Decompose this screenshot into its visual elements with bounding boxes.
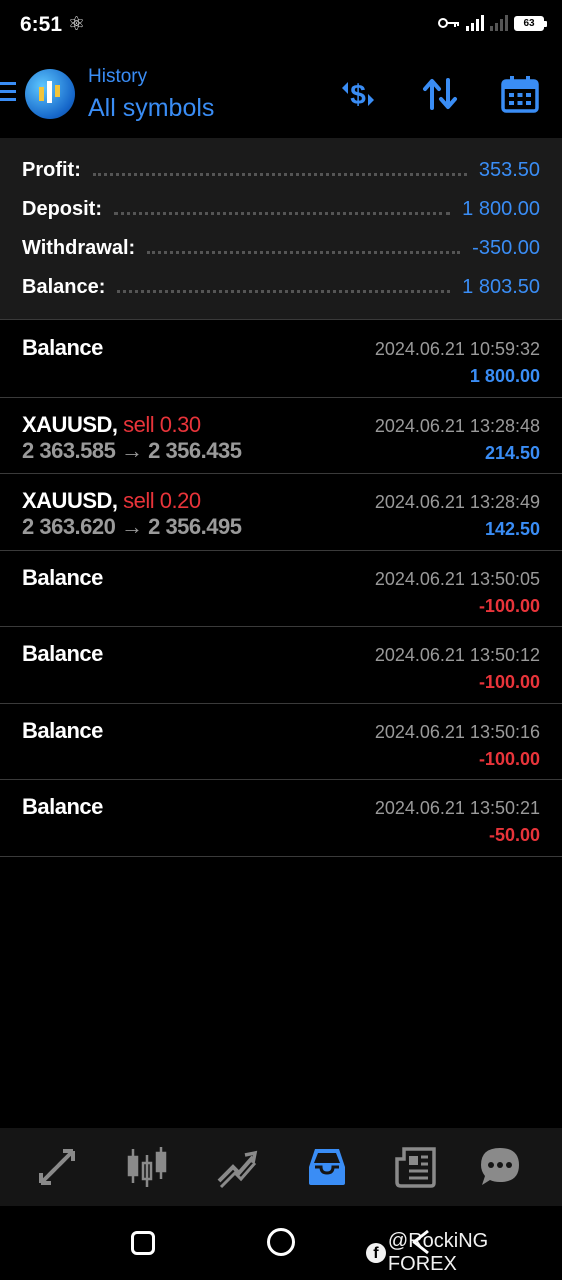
calendar-icon[interactable] — [500, 74, 540, 114]
dotted-leader — [114, 211, 451, 215]
deal-symbol: Balance — [22, 564, 103, 590]
svg-text:$: $ — [350, 79, 366, 110]
deal-amount: -100.00 — [478, 672, 540, 692]
newspaper-icon[interactable] — [394, 1145, 438, 1189]
deal-row[interactable]: Balance 2024.06.21 13:50:12 -100.00 — [0, 627, 562, 704]
home-button[interactable] — [267, 1228, 295, 1256]
deal-prices: 2 363.620 → 2 356.495 — [22, 514, 242, 539]
signal-icon — [466, 15, 484, 31]
deal-list: Balance 2024.06.21 10:59:32 1 800.00 XAU… — [0, 321, 562, 857]
watermark-text: @RockiNG FOREX — [387, 1230, 489, 1275]
arrows-icon[interactable] — [35, 1145, 79, 1189]
deal-amount: 214.50 — [484, 442, 540, 463]
summary-row-withdrawal: Withdrawal: -350.00 — [22, 233, 540, 263]
dotted-leader — [117, 289, 451, 293]
watermark: f @RockiNG FOREX — [366, 1230, 562, 1276]
summary-value: 353.50 — [478, 158, 540, 181]
summary-row-balance: Balance: 1 803.50 — [22, 272, 540, 302]
deal-row[interactable]: Balance 2024.06.21 13:50:05 -100.00 — [0, 551, 562, 627]
deal-time: 2024.06.21 13:28:49 — [374, 492, 540, 512]
summary-label: Balance: — [22, 275, 106, 298]
header-title[interactable]: All symbols — [88, 94, 214, 123]
deal-row[interactable]: Balance 2024.06.21 10:59:32 1 800.00 — [0, 321, 562, 398]
dotted-leader — [92, 172, 467, 176]
candlesticks-icon[interactable] — [125, 1145, 169, 1189]
deal-symbol: Balance — [22, 335, 103, 360]
summary-value: 1 803.50 — [462, 275, 540, 298]
inbox-icon[interactable] — [305, 1145, 349, 1189]
menu-icon[interactable] — [0, 82, 16, 104]
summary-label: Deposit: — [22, 197, 102, 220]
deal-time: 2024.06.21 13:50:21 — [374, 798, 540, 818]
deal-amount: -100.00 — [478, 748, 540, 769]
deal-time: 2024.06.21 13:50:12 — [374, 645, 540, 665]
battery-icon: 63 — [514, 15, 547, 31]
summary-label: Profit: — [22, 158, 81, 181]
deal-amount: 142.50 — [484, 519, 540, 539]
deal-symbol: Balance — [22, 717, 103, 743]
deal-symbol: Balance — [22, 794, 103, 819]
summary-row-deposit: Deposit: 1 800.00 — [22, 194, 540, 224]
deal-row[interactable]: XAUUSD, sell 0.20 2 363.620 → 2 356.495 … — [0, 474, 562, 551]
vpn-key-icon — [438, 18, 459, 28]
deal-row[interactable]: XAUUSD, sell 0.30 2 363.585 → 2 356.435 … — [0, 398, 562, 474]
summary-value: 1 800.00 — [462, 197, 540, 220]
status-time: 6:51 — [20, 13, 63, 36]
deal-symbol: XAUUSD, sell 0.30 — [22, 411, 201, 437]
deal-side: sell 0.20 — [123, 488, 201, 513]
system-nav: f @RockiNG FOREX — [0, 1206, 562, 1280]
deal-amount: 1 800.00 — [469, 366, 540, 386]
recents-button[interactable] — [131, 1231, 155, 1255]
deal-time: 2024.06.21 13:50:05 — [374, 568, 540, 589]
summary-panel: Profit: 353.50 Deposit: 1 800.00 Withdra… — [0, 138, 562, 320]
status-bar: 6:51 ⚛ 63 — [0, 0, 562, 52]
deal-prices: 2 363.585 → 2 356.435 — [22, 437, 242, 463]
deal-symbol: Balance — [22, 641, 103, 666]
header-subtitle: History — [88, 66, 148, 87]
chat-icon[interactable] — [478, 1145, 522, 1189]
status-icons: 63 — [438, 15, 547, 31]
deal-side: sell 0.30 — [123, 411, 201, 437]
bottom-nav — [0, 1128, 562, 1206]
app-header: History All symbols $ — [0, 52, 562, 138]
summary-label: Withdrawal: — [22, 236, 136, 259]
deal-time: 2024.06.21 10:59:32 — [374, 339, 540, 359]
facebook-icon: f — [366, 1243, 386, 1263]
deal-row[interactable]: Balance 2024.06.21 13:50:16 -100.00 — [0, 704, 562, 780]
deal-symbol: XAUUSD, sell 0.20 — [22, 488, 201, 513]
deal-amount: -50.00 — [488, 825, 540, 845]
signal-2-icon — [490, 15, 508, 31]
sort-icon[interactable] — [420, 74, 460, 114]
deal-time: 2024.06.21 13:28:48 — [374, 415, 540, 436]
deal-amount: -100.00 — [478, 595, 540, 616]
deal-time: 2024.06.21 13:50:16 — [374, 721, 540, 742]
deal-row[interactable]: Balance 2024.06.21 13:50:21 -50.00 — [0, 780, 562, 857]
trend-icon[interactable] — [215, 1145, 259, 1189]
app-logo — [25, 69, 75, 119]
summary-value: -350.00 — [472, 236, 540, 259]
dollar-refresh-icon[interactable]: $ — [338, 74, 378, 114]
settings-notification-icon: ⚛ — [68, 14, 86, 35]
summary-row-profit: Profit: 353.50 — [22, 155, 540, 185]
dotted-leader — [147, 250, 461, 254]
